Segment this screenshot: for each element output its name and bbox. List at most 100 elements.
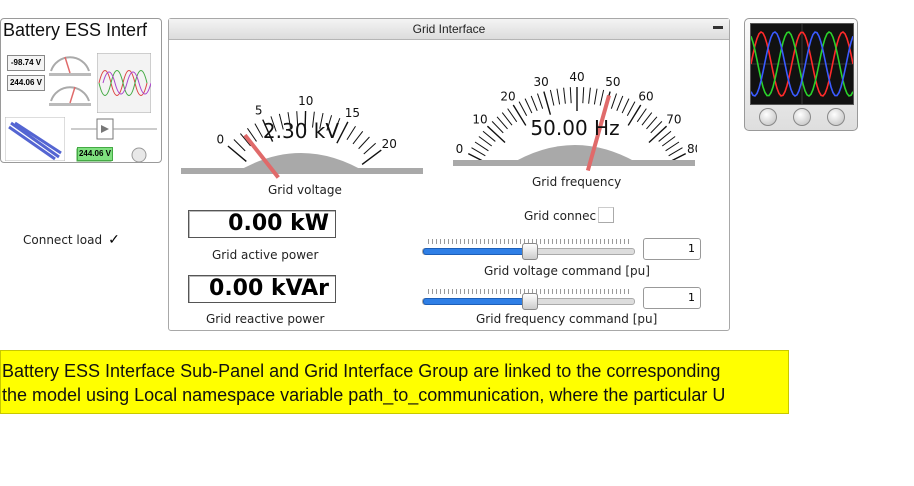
gauge-tick [358, 136, 370, 150]
info-note-line-2: the model using Local namespace variable… [2, 385, 726, 405]
gauge-tick [569, 87, 572, 104]
gauge-tick [626, 101, 636, 116]
battery-ess-subpanel[interactable]: Battery ESS Interf -98.74 V 244.06 V 244… [0, 18, 162, 163]
gauge-tick-label: 15 [345, 106, 360, 120]
gauge-tick [641, 112, 653, 126]
gauge-tick-label: 5 [255, 104, 263, 118]
gauge-tick [471, 147, 486, 157]
gauge-tick [661, 136, 676, 147]
reactive-power-display: 0.00 kVAr [188, 275, 336, 303]
gauge-tick [474, 141, 489, 152]
gauge-tick-label: 0 [216, 133, 224, 147]
info-note: Battery ESS Interface Sub-Panel and Grid… [0, 350, 789, 414]
gauge-tick [254, 123, 264, 138]
gauge-tick [361, 149, 382, 166]
gauge-tick-label: 70 [666, 112, 681, 126]
mini-reading-1: -98.74 V [7, 55, 45, 71]
slider-fill [423, 298, 531, 305]
voltage-command-label: Grid voltage command [pu] [484, 264, 650, 278]
gauge-tick-label: 50 [605, 75, 620, 89]
gauge-tick [588, 87, 591, 104]
gauge-tick-label: 60 [638, 89, 653, 103]
gauge-tick [227, 145, 247, 162]
gauge-tick [352, 130, 364, 145]
reactive-power-label: Grid reactive power [206, 312, 325, 326]
info-note-line-1: Battery ESS Interface Sub-Panel and Grid… [2, 361, 721, 381]
gauge-tick [346, 125, 356, 141]
gauge-tick [233, 139, 246, 152]
connect-load-checkbox[interactable]: ✓ [106, 232, 122, 248]
mini-reading-3: 244.06 V [77, 147, 113, 161]
gauge-tick [556, 88, 561, 105]
gauge-tick [530, 95, 538, 111]
gauge-tick-label: 30 [534, 75, 549, 89]
grid-frequency-label: Grid frequency [532, 175, 622, 189]
slider-handle[interactable] [521, 243, 538, 260]
slider-fill [423, 248, 531, 255]
gauge-tick [665, 141, 680, 152]
grid-interface-title: Grid Interface [412, 22, 486, 36]
active-power-label: Grid active power [212, 248, 319, 262]
gauge-tick [543, 91, 552, 115]
slider-handle[interactable] [521, 293, 538, 310]
frequency-gauge-base [453, 160, 695, 166]
gauge-tick [486, 125, 506, 143]
frequency-command-input[interactable]: 1 [643, 287, 701, 309]
gauge-tick [646, 116, 658, 130]
gauge-tick [549, 89, 555, 106]
gauge-tick [563, 87, 566, 104]
gauge-tick [363, 142, 376, 155]
scope-traces [750, 24, 854, 104]
gauge-tick-label: 20 [500, 89, 515, 103]
gauge-tick [537, 93, 544, 109]
voltage-gauge-base [181, 168, 423, 174]
minimize-icon[interactable]: ▬ [712, 22, 724, 34]
scope-knob-icon[interactable] [827, 108, 845, 126]
gauge-tick [658, 130, 672, 142]
voltage-command-input[interactable]: 1 [643, 238, 701, 260]
battery-ess-title: Battery ESS Interf [3, 20, 148, 40]
scope-screen [750, 23, 854, 105]
gauge-tick [627, 104, 642, 126]
grid-voltage-gauge: 0 5 10 15 20 2.30 kV [181, 94, 423, 179]
grid-interface-header: Grid Interface ▬ [169, 19, 729, 40]
gauge-tick [478, 136, 493, 147]
grid-connect-checkbox[interactable] [598, 207, 614, 223]
gauge-tick [582, 87, 585, 104]
checkmark-icon: ✓ [108, 231, 120, 247]
gauge-tick [610, 93, 617, 109]
gauge-tick-label: 0 [456, 142, 464, 156]
mini-scope-graphic [97, 53, 151, 113]
gauge-tick [616, 95, 624, 111]
scope-knob-icon[interactable] [759, 108, 777, 126]
gauge-tick [482, 130, 496, 142]
grid-frequency-gauge: 0 10 20 30 40 50 60 70 80 50.00 Hz [453, 70, 697, 171]
grid-voltage-label: Grid voltage [268, 183, 342, 197]
gauge-tick [636, 108, 647, 123]
connect-load-label: Connect load [23, 233, 103, 247]
gauge-tick [518, 101, 528, 116]
grid-interface-group: Grid Interface ▬ 0 5 10 15 20 2.30 kV Grid v… [168, 18, 730, 331]
gauge-tick [668, 147, 683, 157]
gauge-tick [507, 108, 518, 123]
gauge-tick [593, 88, 598, 105]
active-power-display: 0.00 kW [188, 210, 336, 238]
frequency-command-slider[interactable] [422, 289, 635, 310]
gauge-tick-label: 10 [472, 112, 487, 126]
mini-gauges-graphic [49, 56, 91, 106]
gauge-tick-label: 80 [687, 142, 697, 156]
mini-xy-plot-graphic [5, 117, 65, 161]
gauge-tick [501, 112, 513, 126]
gauge-tick [496, 116, 508, 130]
scope-knob-icon[interactable] [793, 108, 811, 126]
gauge-tick [599, 89, 605, 106]
voltage-command-slider[interactable] [422, 239, 635, 260]
gauge-tick-label: 10 [298, 94, 313, 108]
scope-widget[interactable] [744, 18, 858, 131]
voltage-gauge-readout: 2.30 kV [263, 119, 339, 143]
gauge-tick [621, 98, 630, 114]
mini-reading-2: 244.06 V [7, 75, 45, 91]
grid-connect-label: Grid connec [524, 209, 597, 223]
frequency-gauge-labels: 0 10 20 30 40 50 60 70 80 [456, 70, 697, 156]
gauge-tick-label: 20 [382, 137, 397, 151]
